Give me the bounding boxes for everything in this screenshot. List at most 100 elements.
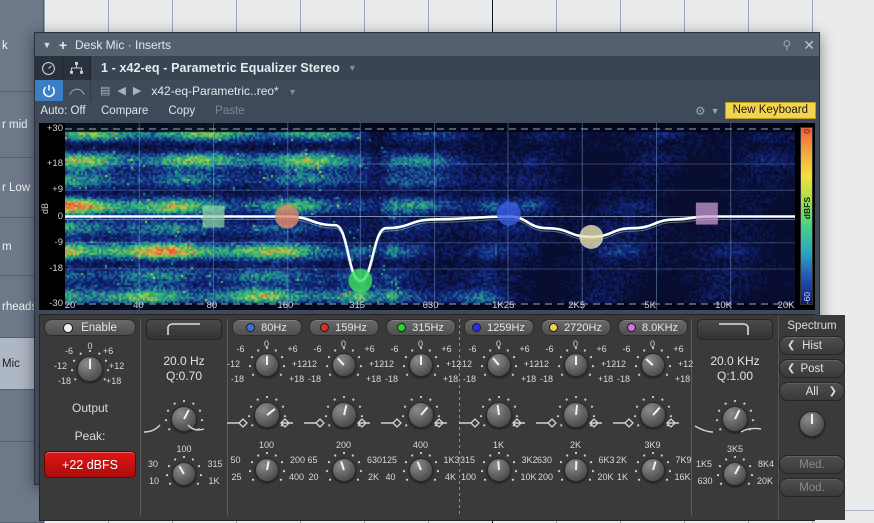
band-frequency-knob-b4[interactable] xyxy=(480,451,518,489)
filter-q-readout: Q:1.00 xyxy=(716,369,754,383)
add-icon[interactable]: + xyxy=(55,37,71,53)
spectrum-hist-button[interactable]: ❮ Hist xyxy=(779,336,845,355)
save-preset-icon[interactable]: ▤ xyxy=(100,84,110,97)
chevron-right-icon[interactable]: ❯ xyxy=(829,386,837,397)
copy-button[interactable]: Copy xyxy=(158,105,205,117)
knob-scale-label: 200 xyxy=(289,455,306,465)
band-frequency-knob-lp[interactable] xyxy=(716,455,754,493)
y-axis-label: dB xyxy=(40,203,50,215)
band-button-b1[interactable]: 80Hz xyxy=(231,319,302,336)
band-gain-knob-b4[interactable] xyxy=(480,346,518,384)
status-badge[interactable]: New Keyboard xyxy=(724,102,816,119)
chevron-left-icon[interactable]: ❮ xyxy=(787,363,795,374)
band-led xyxy=(320,323,330,332)
track-name-label: m xyxy=(2,240,12,253)
knob-scale-label: 400 xyxy=(412,440,429,450)
bypass-power-button[interactable] xyxy=(35,80,63,101)
auto-state-label[interactable]: Auto: Off xyxy=(35,105,91,117)
knob-indicator xyxy=(89,359,91,370)
prev-preset-icon[interactable]: ◀ xyxy=(117,84,125,97)
colorbar-min-label: -60 xyxy=(802,291,812,304)
gear-icon[interactable]: ⚙ xyxy=(695,104,706,118)
automation-button[interactable] xyxy=(63,80,91,101)
knob-scale-label: 1K xyxy=(616,472,629,482)
spectrogram-canvas xyxy=(65,123,795,310)
track-name-label: r mid xyxy=(2,118,28,131)
band-button-b5[interactable]: 2720Hz xyxy=(540,319,611,336)
knob-scale-label: 100 xyxy=(460,472,477,482)
preset-name-label: x42-eq-Parametric..reo* xyxy=(151,83,279,98)
band-column-b2: 159Hz 0 -6 +6 -12 +12 -18 +18 200 65 630 20 2K xyxy=(303,315,384,520)
band-gain-knob-b1[interactable] xyxy=(248,346,286,384)
eq-plot-area[interactable] xyxy=(65,123,795,310)
meter-toggle-button[interactable] xyxy=(35,56,63,80)
band-led xyxy=(549,323,559,332)
filter-shape-button-hp[interactable] xyxy=(146,319,222,340)
compare-button[interactable]: Compare xyxy=(91,105,158,117)
enable-button[interactable]: Enable xyxy=(44,319,136,336)
chevron-left-icon[interactable]: ❮ xyxy=(787,340,795,351)
close-icon[interactable]: ✕ xyxy=(803,38,815,52)
collapse-arrow-icon[interactable]: ▼ xyxy=(39,40,55,50)
knob-scale-label: -6 xyxy=(236,344,245,354)
window-titlebar[interactable]: ▼ + Desk Mic · Inserts ⚲ ✕ xyxy=(35,33,819,56)
band-frequency-knob-b5[interactable] xyxy=(557,451,595,489)
pin-icon[interactable]: ⚲ xyxy=(782,38,791,52)
chevron-down-icon[interactable]: ▼ xyxy=(288,87,297,97)
knob-scale-label: +18 xyxy=(442,374,459,384)
band-gain-knob-b6[interactable] xyxy=(634,346,672,384)
peak-readout-button[interactable]: +22 dBFS xyxy=(44,451,136,478)
knob-scale-label: 1K xyxy=(208,476,220,486)
spectrum-mod-button[interactable]: Mod. xyxy=(779,478,845,497)
filter-shape-button-lp[interactable] xyxy=(697,319,773,340)
eq-graph[interactable]: +30 +18 +9 0 -9 -18 -30 dB 20 40 80 160 315 630 1K25… xyxy=(39,123,815,311)
next-preset-icon[interactable]: ▶ xyxy=(133,84,141,97)
q-shape-icon xyxy=(303,418,370,428)
band-frequency-knob-hp[interactable] xyxy=(165,455,203,493)
y-axis-tick: +30 xyxy=(46,123,63,134)
knob-scale-label: 2K xyxy=(615,455,628,465)
paste-button[interactable]: Paste xyxy=(205,105,254,117)
band-button-b3[interactable]: 315Hz xyxy=(385,319,456,336)
band-frequency-knob-b3[interactable] xyxy=(402,451,440,489)
band-column-b6: 8.0KHz 0 -6 +6 -12 +12 -18 +18 3K9 2K 7K9 1K 16K xyxy=(612,315,693,520)
band-frequency-knob-b6[interactable] xyxy=(634,451,672,489)
band-led xyxy=(246,323,256,332)
band-frequency-label: 159Hz xyxy=(335,321,367,334)
knob-scale-label: 8K4 xyxy=(757,459,775,469)
spectrum-post-button[interactable]: ❮ Post xyxy=(779,359,845,378)
x-axis-tick: 5K xyxy=(644,300,656,311)
knob-scale-label: +18 xyxy=(597,374,614,384)
knob-scale-label: +6 xyxy=(519,344,530,354)
plugin-selector[interactable]: 1 - x42-eq - Parametric Equalizer Stereo… xyxy=(91,56,819,80)
band-gain-knob-b5[interactable] xyxy=(557,346,595,384)
spectrum-med-button[interactable]: Med. xyxy=(779,455,845,474)
y-axis-tick: +18 xyxy=(46,158,63,169)
knob-scale-label: 125 xyxy=(381,455,398,465)
knob-scale-label: 4K xyxy=(444,472,457,482)
knob-scale-label: -18 xyxy=(384,374,399,384)
chevron-down-icon[interactable]: ▼ xyxy=(711,106,720,116)
peak-label: Peak: xyxy=(74,429,106,443)
band-frequency-knob-b1[interactable] xyxy=(248,451,286,489)
band-gain-knob-b3[interactable] xyxy=(402,346,440,384)
band-frequency-knob-b2[interactable] xyxy=(325,451,363,489)
band-button-b2[interactable]: 159Hz xyxy=(308,319,379,336)
y-axis-tick: 0 xyxy=(57,210,63,222)
spectrum-level-knob[interactable] xyxy=(799,411,825,437)
window-title: Desk Mic · Inserts xyxy=(75,37,172,52)
x-axis-tick: 20K xyxy=(777,300,795,311)
chevron-down-icon[interactable]: ▼ xyxy=(348,63,357,73)
band-button-b4[interactable]: 1259Hz xyxy=(463,319,534,336)
band-gain-knob-b2[interactable] xyxy=(325,346,363,384)
knob-scale-label: +18 xyxy=(365,374,382,384)
knob-scale-label: -6 xyxy=(468,344,477,354)
preset-selector[interactable]: x42-eq-Parametric..reo* ▼ xyxy=(151,84,297,98)
knob-indicator xyxy=(178,465,185,475)
band-button-b6[interactable]: 8.0KHz xyxy=(617,319,688,336)
x-axis-tick: 20 xyxy=(64,300,76,311)
knob-indicator xyxy=(574,356,577,366)
routing-button[interactable] xyxy=(63,56,91,80)
knob-scale-label: -6 xyxy=(65,346,74,356)
spectrum-all-button[interactable]: All ❯ xyxy=(779,382,845,401)
